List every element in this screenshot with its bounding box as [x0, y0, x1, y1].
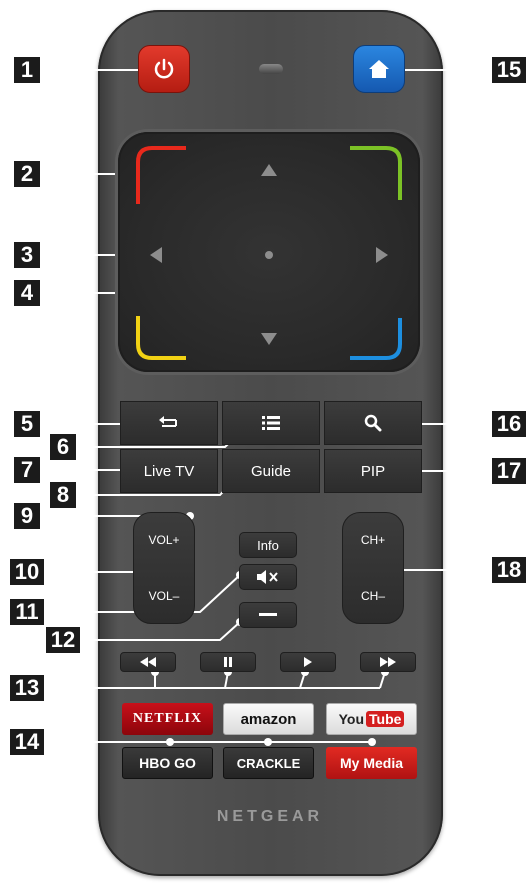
back-icon [159, 416, 177, 427]
my-media-label: My Media [339, 755, 403, 771]
crackle-label: CRACKLE [236, 755, 301, 771]
live-tv-button[interactable]: Live TV [120, 449, 218, 493]
hbo-go-button[interactable]: HBO GO [122, 747, 213, 779]
fast-forward-button[interactable] [360, 652, 416, 672]
netflix-label: NETFLIX [132, 711, 203, 726]
status-led [259, 64, 283, 74]
callout-6: 6 [50, 434, 76, 460]
pause-button[interactable] [200, 652, 256, 672]
minus-icon [259, 613, 277, 616]
rewind-button[interactable] [120, 652, 176, 672]
callout-7: 7 [14, 457, 40, 483]
mute-icon [257, 570, 278, 584]
youtube-you-label: You [338, 711, 364, 727]
home-icon [369, 60, 389, 78]
callout-18: 18 [492, 557, 526, 583]
amazon-label: amazon [240, 710, 297, 728]
volume-up-label: VOL+ [148, 533, 180, 547]
down-arrow-icon [261, 333, 277, 345]
callout-15: 15 [492, 57, 526, 83]
callout-1: 1 [14, 57, 40, 83]
hbo-go-label: HBO GO [139, 755, 196, 771]
right-arrow-icon [376, 247, 388, 263]
play-button[interactable] [280, 652, 336, 672]
live-tv-label: Live TV [143, 462, 195, 480]
callout-3: 3 [14, 242, 40, 268]
back-button[interactable] [120, 401, 218, 445]
guide-button[interactable]: Guide [222, 449, 320, 493]
play-icon [304, 657, 312, 667]
callout-4: 4 [14, 280, 40, 306]
info-label: Info [257, 537, 279, 553]
center-select-dot [265, 251, 273, 259]
mute-button[interactable] [239, 564, 297, 590]
navigation-touchpad[interactable] [118, 132, 420, 372]
callout-10: 10 [10, 559, 44, 585]
info-button[interactable]: Info [239, 532, 297, 558]
callout-2: 2 [14, 161, 40, 187]
search-icon [364, 414, 382, 432]
pip-label: PIP [360, 462, 386, 480]
rewind-icon [140, 657, 156, 667]
pip-button[interactable]: PIP [324, 449, 422, 493]
pause-icon [224, 657, 232, 667]
callout-13: 13 [10, 675, 44, 701]
callout-12: 12 [46, 627, 80, 653]
up-arrow-icon [261, 164, 277, 176]
callout-11: 11 [10, 599, 44, 625]
callout-5: 5 [14, 411, 40, 437]
callout-9: 9 [14, 503, 40, 529]
crackle-button[interactable]: CRACKLE [223, 747, 314, 779]
my-media-button[interactable]: My Media [326, 747, 417, 779]
volume-rocker[interactable]: VOL+ VOL– [133, 512, 195, 624]
netflix-button[interactable]: NETFLIX [122, 703, 213, 735]
callout-17: 17 [492, 458, 526, 484]
touchpad-color-corners [136, 146, 402, 360]
callout-16: 16 [492, 411, 526, 437]
youtube-tube-label: Tube [366, 711, 405, 727]
guide-label: Guide [250, 462, 292, 480]
power-icon [154, 58, 174, 79]
dash-button[interactable] [239, 602, 297, 628]
power-button[interactable] [138, 45, 190, 93]
volume-down-label: VOL– [148, 589, 180, 603]
channel-rocker[interactable]: CH+ CH– [342, 512, 404, 624]
amazon-button[interactable]: amazon [223, 703, 314, 735]
callout-8: 8 [50, 482, 76, 508]
callout-14: 14 [10, 729, 44, 755]
menu-button[interactable] [222, 401, 320, 445]
menu-icon [262, 416, 280, 430]
left-arrow-icon [150, 247, 162, 263]
channel-up-label: CH+ [360, 533, 386, 547]
fast-forward-icon [380, 657, 396, 667]
search-button[interactable] [324, 401, 422, 445]
brand-logo: NETGEAR [216, 808, 324, 825]
home-button[interactable] [353, 45, 405, 93]
channel-down-label: CH– [360, 589, 385, 603]
youtube-button[interactable]: You Tube [326, 703, 417, 735]
